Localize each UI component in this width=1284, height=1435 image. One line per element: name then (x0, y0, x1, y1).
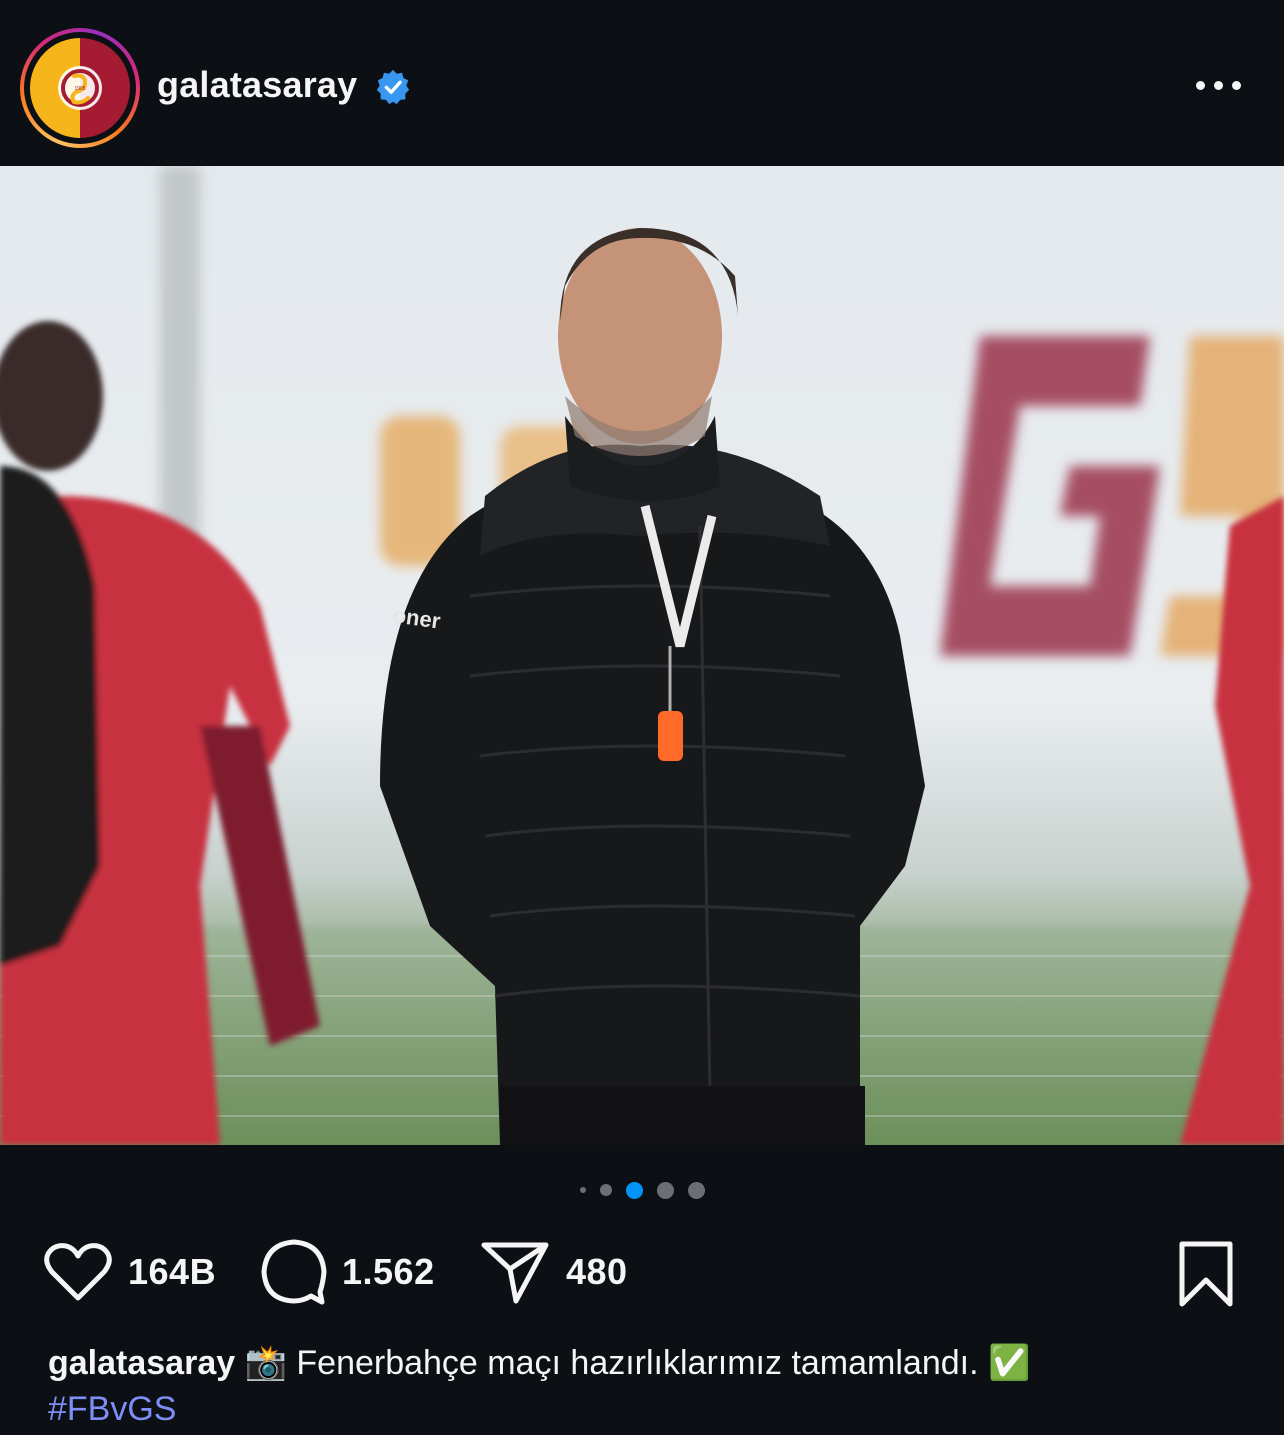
story-ring[interactable]: 1905 (20, 28, 140, 148)
avatar-gap: 1905 (24, 32, 136, 144)
heart-icon (44, 1243, 112, 1301)
carousel-dot[interactable] (599, 1184, 612, 1196)
post-image[interactable]: oner (0, 166, 1284, 1145)
carousel-dot-active[interactable] (625, 1181, 643, 1199)
svg-text:oner: oner (391, 602, 442, 633)
comments-count[interactable]: 1.562 (342, 1251, 435, 1293)
comment-button[interactable]: 1.562 (260, 1232, 435, 1312)
more-options-button[interactable] (1192, 70, 1244, 100)
carousel-indicator (0, 1179, 1284, 1201)
like-button[interactable]: 164B (42, 1232, 216, 1312)
carousel-dot[interactable] (687, 1181, 705, 1199)
verified-badge-icon (376, 69, 410, 105)
share-button[interactable]: 480 (480, 1232, 628, 1312)
post-caption: galatasaray 📸 Fenerbahçe maçı hazırlıkla… (48, 1340, 1258, 1432)
avatar[interactable]: 1905 (30, 38, 130, 138)
galatasaray-logo-icon: 1905 (58, 66, 102, 110)
camera-flash-emoji: 📸 (244, 1344, 287, 1382)
carousel-dot[interactable] (579, 1187, 586, 1193)
hashtag-link[interactable]: #FBvGS (48, 1386, 1258, 1432)
paper-plane-icon (481, 1242, 549, 1304)
bookmark-icon[interactable] (1172, 1240, 1240, 1308)
post-photo-illustration: oner (0, 166, 1284, 1145)
caption-username[interactable]: galatasaray (48, 1344, 235, 1382)
carousel-dot[interactable] (656, 1181, 674, 1199)
more-dot (1195, 80, 1205, 90)
avatar-year: 1905 (74, 86, 85, 92)
comment-bubble-icon (261, 1239, 327, 1305)
action-bar: 164B 1.562 480 (0, 1232, 1284, 1312)
more-dot (1231, 80, 1241, 90)
likes-count[interactable]: 164B (128, 1251, 216, 1293)
check-mark-emoji: ✅ (988, 1344, 1031, 1382)
header-username[interactable]: galatasaray (157, 64, 357, 106)
caption-text: Fenerbahçe maçı hazırlıklarımız tamamlan… (296, 1344, 979, 1382)
shares-count[interactable]: 480 (566, 1251, 628, 1293)
post-header: 1905 galatasaray (0, 0, 1284, 166)
more-dot (1213, 80, 1223, 90)
